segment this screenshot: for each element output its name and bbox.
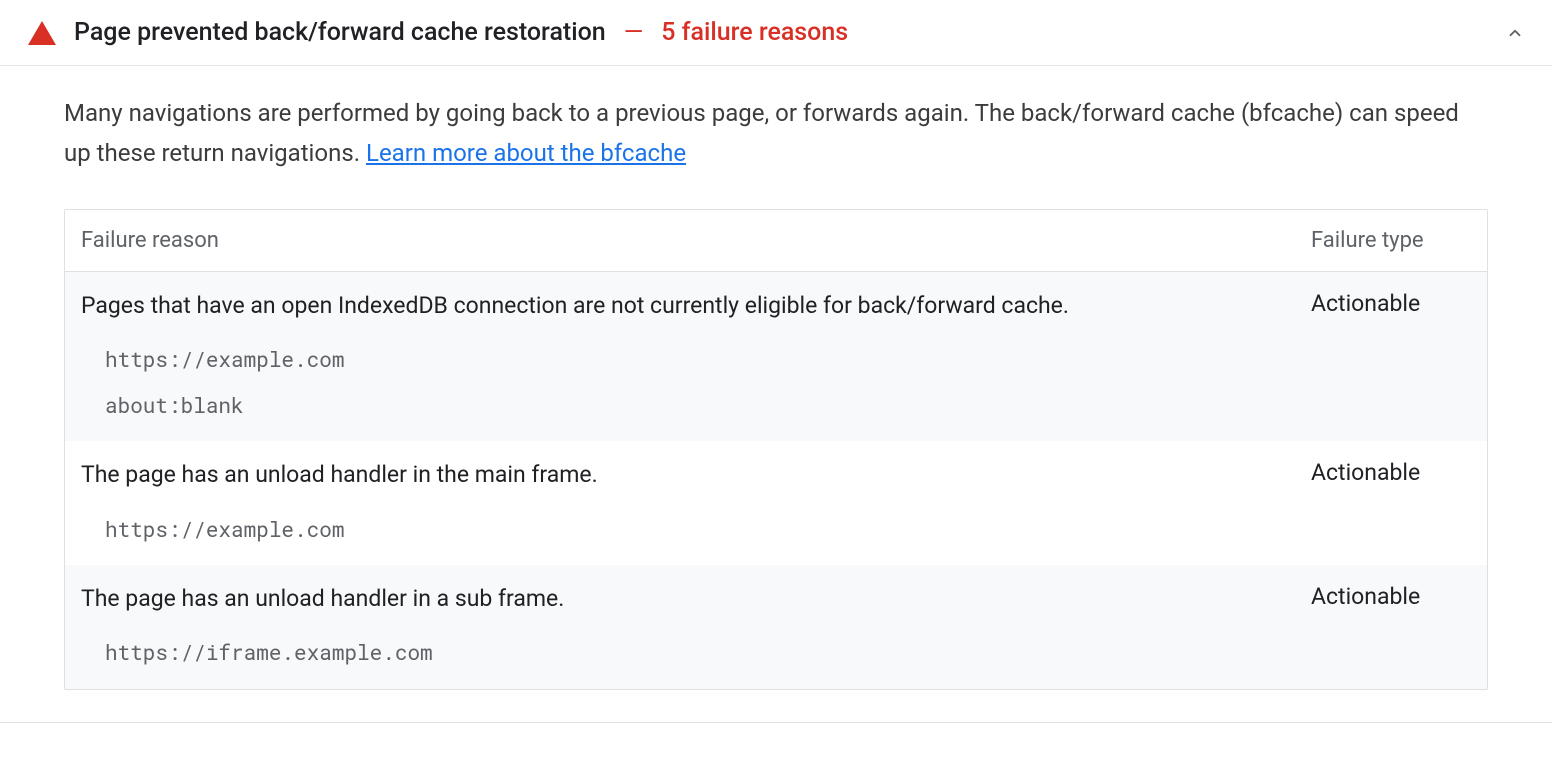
failure-type: Actionable <box>1311 290 1471 317</box>
failure-urls: https://example.com about:blank <box>81 344 1471 421</box>
description-text: Many navigations are performed by going … <box>64 99 1459 167</box>
audit-title: Page prevented back/forward cache restor… <box>74 18 606 47</box>
url-item: about:blank <box>105 390 1471 422</box>
audit-body: Many navigations are performed by going … <box>0 66 1552 722</box>
chevron-up-icon[interactable] <box>1506 24 1524 42</box>
learn-more-link[interactable]: Learn more about the bfcache <box>366 139 686 167</box>
failure-table: Failure reason Failure type Pages that h… <box>64 209 1488 690</box>
col-header-type: Failure type <box>1311 228 1471 253</box>
failure-reason: Pages that have an open IndexedDB connec… <box>81 290 1311 322</box>
table-row: The page has an unload handler in a sub … <box>65 565 1487 689</box>
url-item: https://iframe.example.com <box>105 637 1471 669</box>
failure-type: Actionable <box>1311 459 1471 486</box>
url-item: https://example.com <box>105 344 1471 376</box>
col-header-reason: Failure reason <box>81 228 1311 253</box>
table-row: Pages that have an open IndexedDB connec… <box>65 272 1487 441</box>
failure-summary: 5 failure reasons <box>661 18 848 47</box>
failure-reason: The page has an unload handler in a sub … <box>81 583 1311 615</box>
dash-separator: — <box>624 18 644 47</box>
warning-triangle-icon <box>28 21 56 45</box>
failure-urls: https://example.com <box>81 514 1471 546</box>
audit-header[interactable]: Page prevented back/forward cache restor… <box>0 0 1552 66</box>
bfcache-audit-panel: Page prevented back/forward cache restor… <box>0 0 1552 723</box>
failure-type: Actionable <box>1311 583 1471 610</box>
audit-description: Many navigations are performed by going … <box>64 94 1488 173</box>
failure-reason: The page has an unload handler in the ma… <box>81 459 1311 491</box>
url-item: https://example.com <box>105 514 1471 546</box>
audit-title-block: Page prevented back/forward cache restor… <box>74 18 1488 47</box>
table-row: The page has an unload handler in the ma… <box>65 441 1487 565</box>
failure-urls: https://iframe.example.com <box>81 637 1471 669</box>
table-header: Failure reason Failure type <box>65 210 1487 272</box>
